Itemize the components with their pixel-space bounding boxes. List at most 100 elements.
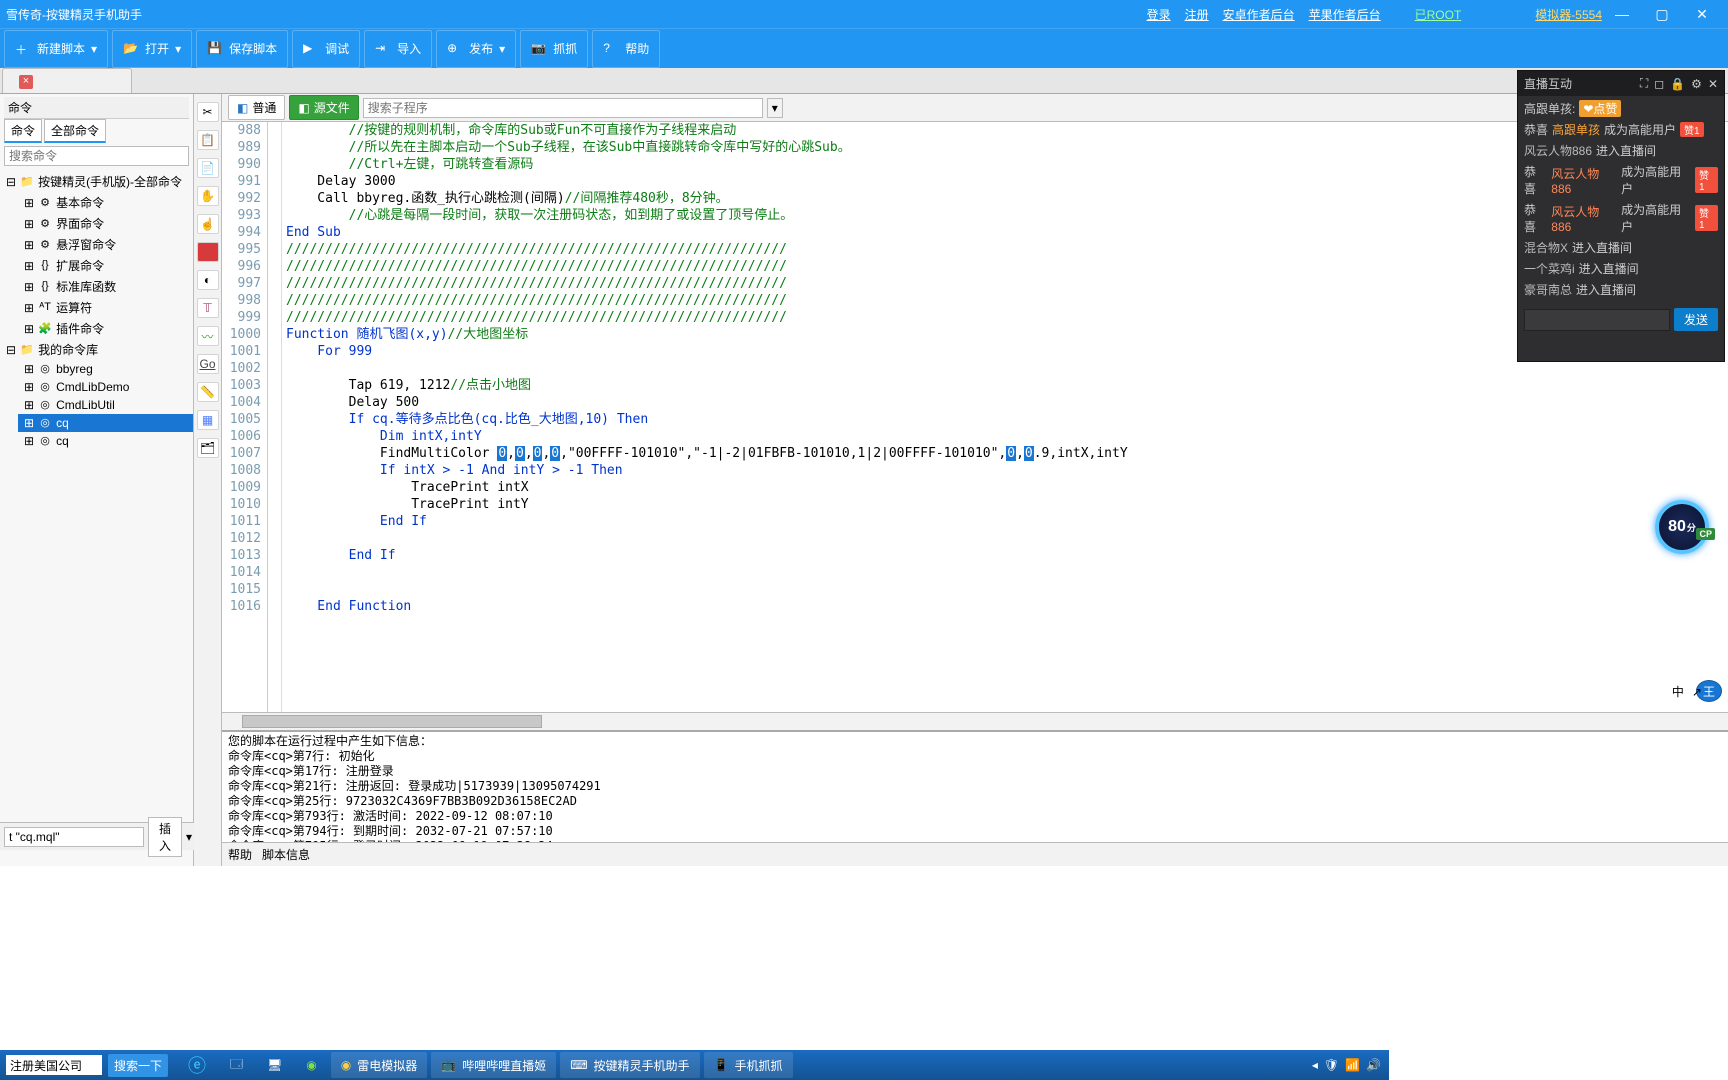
tree-my-node-selected[interactable]: ⊞◎cq bbox=[18, 414, 193, 432]
live-item: 风云人物886 进入直播间 bbox=[1524, 140, 1718, 161]
tree-my-node[interactable]: ⊞◎CmdLibDemo bbox=[18, 378, 193, 396]
taskbar-search[interactable] bbox=[6, 1055, 102, 1075]
wave-icon[interactable]: 〰 bbox=[197, 326, 219, 346]
command-tree[interactable]: ⊟📁按键精灵(手机版)-全部命令 ⊞⚙基本命令 ⊞⚙界面命令 ⊞⚙悬浮窗命令 ⊞… bbox=[0, 169, 193, 866]
taskbar[interactable]: 搜索一下 ⓔ 🗔 🖥 ◉ ◉雷电模拟器 📺哔哩哔哩直播姬 ⌨按键精灵手机助手 📱… bbox=[0, 1050, 1389, 1080]
cut-icon[interactable]: ✂ bbox=[197, 102, 219, 122]
live-message-input[interactable] bbox=[1524, 309, 1670, 331]
tree-node[interactable]: ⊞⚙悬浮窗命令 bbox=[18, 234, 193, 255]
live-close-icon[interactable]: ✕ bbox=[1708, 77, 1718, 91]
new-script-button[interactable]: ＋新建脚本▾ bbox=[4, 30, 108, 68]
tree-node[interactable]: ⊞ᴬT运算符 bbox=[18, 297, 193, 318]
taskbar-app[interactable]: ⌨按键精灵手机助手 bbox=[560, 1052, 699, 1078]
tree-node[interactable]: ⊞{}扩展命令 bbox=[18, 255, 193, 276]
taskbar-explorer-icon[interactable]: 🗔 bbox=[220, 1052, 253, 1078]
tree-my-node[interactable]: ⊞◎CmdLibUtil bbox=[18, 396, 193, 414]
copy-icon[interactable]: 📋 bbox=[197, 130, 219, 150]
close-button[interactable]: ✕ bbox=[1682, 6, 1722, 23]
login-link[interactable]: 登录 bbox=[1147, 6, 1171, 23]
tab-source-view[interactable]: ◧源文件 bbox=[289, 95, 358, 120]
taskbar-ie-icon[interactable]: ⓔ bbox=[178, 1052, 216, 1078]
console-lines: 您的脚本在运行过程中产生如下信息：命令库<cq>第7行: 初始化命令库<cq>第… bbox=[222, 732, 1728, 842]
simulator-dropdown[interactable]: 模拟器-5554 bbox=[1535, 6, 1602, 23]
status-path[interactable] bbox=[4, 827, 144, 847]
tree-my-node[interactable]: ⊞◎bbyreg bbox=[18, 360, 193, 378]
code-editor[interactable]: 988 989 990 991 992 993 994 995 996 997 … bbox=[222, 122, 1728, 712]
android-dev-link[interactable]: 安卓作者后台 bbox=[1223, 6, 1295, 23]
output-console[interactable]: 您的脚本在运行过程中产生如下信息：命令库<cq>第7行: 初始化命令库<cq>第… bbox=[222, 730, 1728, 842]
gear-icon: ⚙ bbox=[38, 217, 52, 231]
taskbar-360-icon[interactable]: ◉ bbox=[296, 1052, 326, 1078]
system-tray[interactable]: ◂ 🛡 📶 🔊 bbox=[1304, 1058, 1389, 1072]
open-button[interactable]: 📂打开▾ bbox=[112, 30, 192, 68]
tree-node[interactable]: ⊞{}标准库函数 bbox=[18, 276, 193, 297]
console-tab-info[interactable]: 脚本信息 bbox=[262, 846, 310, 863]
tray-shield-icon[interactable]: 🛡 bbox=[1324, 1058, 1339, 1072]
minimize-button[interactable]: — bbox=[1602, 6, 1642, 22]
source-lines[interactable]: //按键的规则机制，命令库的Sub或Fun不可直接作为子线程来启动 //所以先在… bbox=[282, 122, 1728, 712]
live-item: 恭喜 高跟单孩 成为高能用户赞1 bbox=[1524, 119, 1718, 140]
live-send-button[interactable]: 发送 bbox=[1674, 308, 1718, 331]
color-icon[interactable] bbox=[197, 242, 219, 262]
scrollbar-thumb[interactable] bbox=[242, 715, 542, 728]
go-icon[interactable]: Go bbox=[197, 354, 219, 374]
help-button[interactable]: ?帮助 bbox=[592, 30, 660, 68]
live-lock-icon[interactable]: 🔒 bbox=[1670, 77, 1685, 91]
lib-icon: ◎ bbox=[38, 362, 52, 376]
hand-icon[interactable]: ✋ bbox=[197, 186, 219, 206]
palette-icon[interactable]: 𝕋 bbox=[197, 298, 219, 318]
taskbar-app[interactable]: 📱手机抓抓 bbox=[704, 1052, 793, 1078]
ruler-icon[interactable]: 📏 bbox=[197, 382, 219, 402]
debug-button[interactable]: ▶调试 bbox=[292, 30, 360, 68]
live-gear-icon[interactable]: ⚙ bbox=[1691, 77, 1702, 91]
maximize-button[interactable]: ▢ bbox=[1642, 6, 1682, 23]
taskbar-search-go[interactable]: 搜索一下 bbox=[108, 1054, 168, 1077]
tray-chevron-icon[interactable]: ◂ bbox=[1312, 1058, 1318, 1072]
tree-my-node[interactable]: ⊞◎cq bbox=[18, 432, 193, 450]
console-tab-help[interactable]: 帮助 bbox=[228, 846, 252, 863]
shape-icon[interactable]: ◐ bbox=[197, 270, 219, 290]
tree-node[interactable]: ⊞🧩插件命令 bbox=[18, 318, 193, 339]
live-expand-icon[interactable]: ⛶ bbox=[1640, 76, 1648, 91]
dropdown-icon[interactable]: ▾ bbox=[767, 98, 783, 118]
command-search-input[interactable] bbox=[4, 146, 189, 166]
score-circle[interactable]: 80分 CP bbox=[1655, 500, 1709, 554]
left-panel: 命令 命令 全部命令 ⊟📁按键精灵(手机版)-全部命令 ⊞⚙基本命令 ⊞⚙界面命… bbox=[0, 94, 194, 866]
apple-dev-link[interactable]: 苹果作者后台 bbox=[1309, 6, 1381, 23]
like-badge[interactable]: ❤点赞 bbox=[1579, 100, 1621, 117]
tray-network-icon[interactable]: 📶 bbox=[1345, 1058, 1360, 1072]
insert-button[interactable]: 插入 bbox=[148, 817, 182, 857]
paste-icon[interactable]: 📄 bbox=[197, 158, 219, 178]
taskbar-app[interactable]: 📺哔哩哔哩直播姬 bbox=[431, 1052, 556, 1078]
layers-icon[interactable]: 🗂 bbox=[197, 438, 219, 458]
horizontal-scrollbar[interactable] bbox=[222, 712, 1728, 730]
tree-my-root[interactable]: ⊟📁我的命令库 bbox=[0, 339, 193, 360]
pointer-icon[interactable]: ☝ bbox=[197, 214, 219, 234]
file-tab[interactable]: × bbox=[2, 68, 132, 93]
main-area: 命令 命令 全部命令 ⊟📁按键精灵(手机版)-全部命令 ⊞⚙基本命令 ⊞⚙界面命… bbox=[0, 94, 1728, 866]
ime-pen[interactable]: ✎ bbox=[1710, 685, 1720, 699]
sub-search-input[interactable] bbox=[363, 98, 763, 118]
fold-gutter[interactable] bbox=[268, 122, 282, 712]
tab-normal-view[interactable]: ◧普通 bbox=[228, 95, 285, 120]
tab-commands[interactable]: 命令 bbox=[4, 119, 42, 143]
screenshot-button[interactable]: 📷抓抓 bbox=[520, 30, 588, 68]
tree-node[interactable]: ⊞⚙基本命令 bbox=[18, 192, 193, 213]
ime-arrow[interactable]: ↗ bbox=[1692, 685, 1702, 699]
live-pop-icon[interactable]: ◻ bbox=[1654, 77, 1664, 91]
taskbar-desktop-icon[interactable]: 🖥 bbox=[257, 1052, 292, 1078]
grid-icon[interactable]: ▦ bbox=[197, 410, 219, 430]
close-tab-icon[interactable]: × bbox=[19, 75, 33, 89]
tree-node[interactable]: ⊞⚙界面命令 bbox=[18, 213, 193, 234]
tab-all-commands[interactable]: 全部命令 bbox=[44, 119, 106, 143]
publish-button[interactable]: ⊕发布▾ bbox=[436, 30, 516, 68]
register-link[interactable]: 注册 bbox=[1185, 6, 1209, 23]
save-button[interactable]: 💾保存脚本 bbox=[196, 30, 288, 68]
ime-zh[interactable]: 中 bbox=[1672, 683, 1684, 700]
line-gutter: 988 989 990 991 992 993 994 995 996 997 … bbox=[222, 122, 268, 712]
tray-volume-icon[interactable]: 🔊 bbox=[1366, 1058, 1381, 1072]
taskbar-app[interactable]: ◉雷电模拟器 bbox=[331, 1052, 428, 1078]
import-button[interactable]: ⇥导入 bbox=[364, 30, 432, 68]
tree-root[interactable]: ⊟📁按键精灵(手机版)-全部命令 bbox=[0, 171, 193, 192]
editor-mode-tabs: ◧普通 ◧源文件 ▾ bbox=[222, 94, 1728, 122]
